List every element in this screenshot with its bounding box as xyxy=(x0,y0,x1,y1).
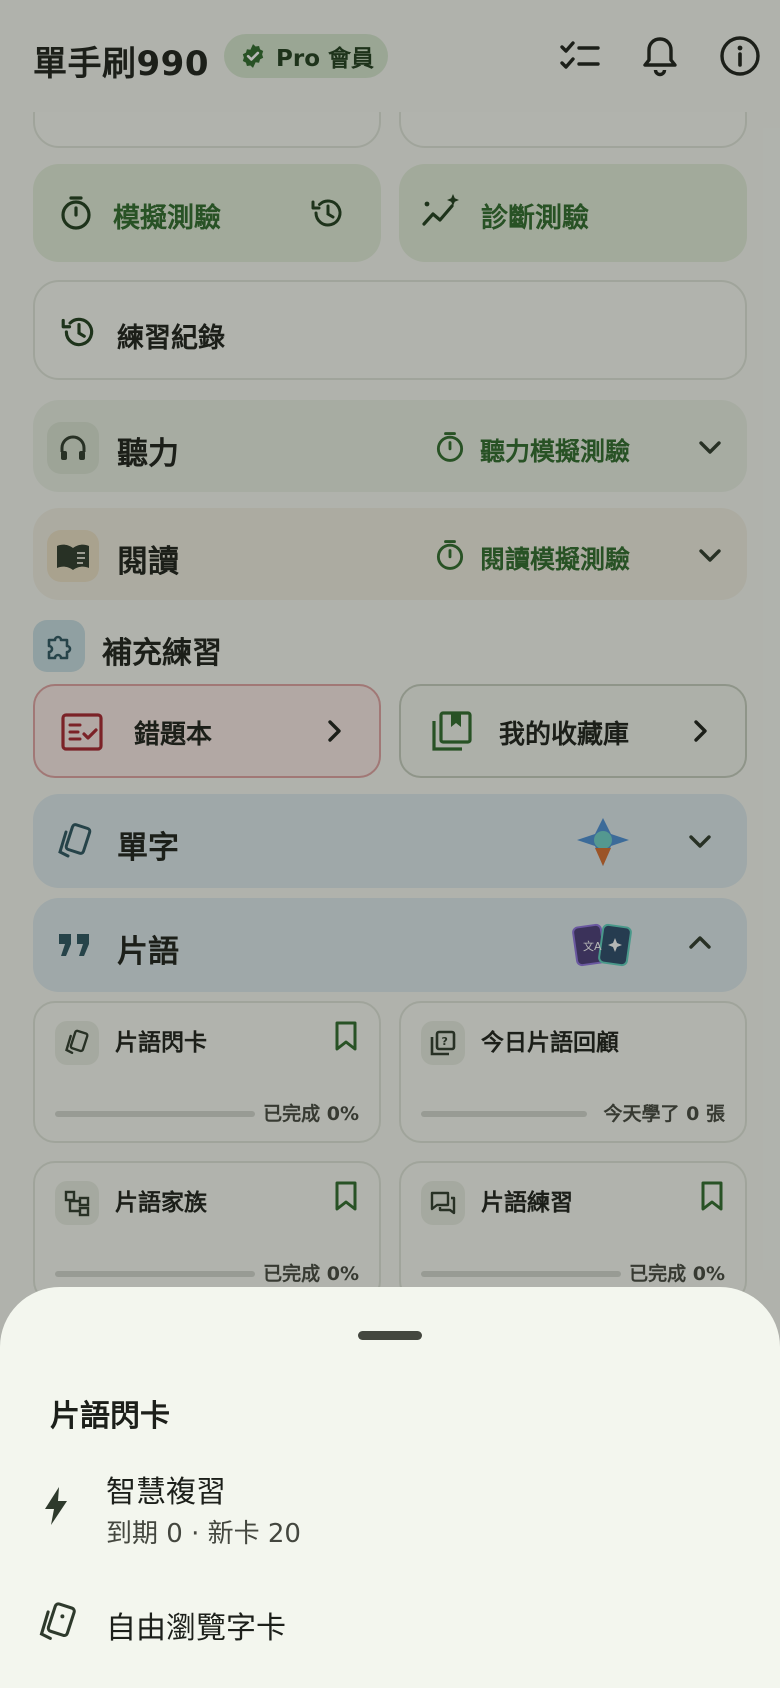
drag-handle[interactable] xyxy=(358,1331,422,1340)
smart-review-title: 智慧複習 xyxy=(106,1475,226,1510)
free-browse-title: 自由瀏覽字卡 xyxy=(106,1611,286,1646)
smart-review-option[interactable]: 智慧複習 到期 0 · 新卡 20 xyxy=(0,1463,780,1563)
flashcards-icon xyxy=(39,1602,76,1640)
free-browse-option[interactable]: 自由瀏覽字卡 xyxy=(0,1587,780,1667)
sheet-title: 片語閃卡 xyxy=(50,1399,170,1434)
smart-review-subtitle: 到期 0 · 新卡 20 xyxy=(106,1519,301,1549)
bottom-sheet: 片語閃卡 智慧複習 到期 0 · 新卡 20 自由瀏覽字卡 xyxy=(0,1287,780,1688)
lightning-icon xyxy=(45,1487,67,1525)
